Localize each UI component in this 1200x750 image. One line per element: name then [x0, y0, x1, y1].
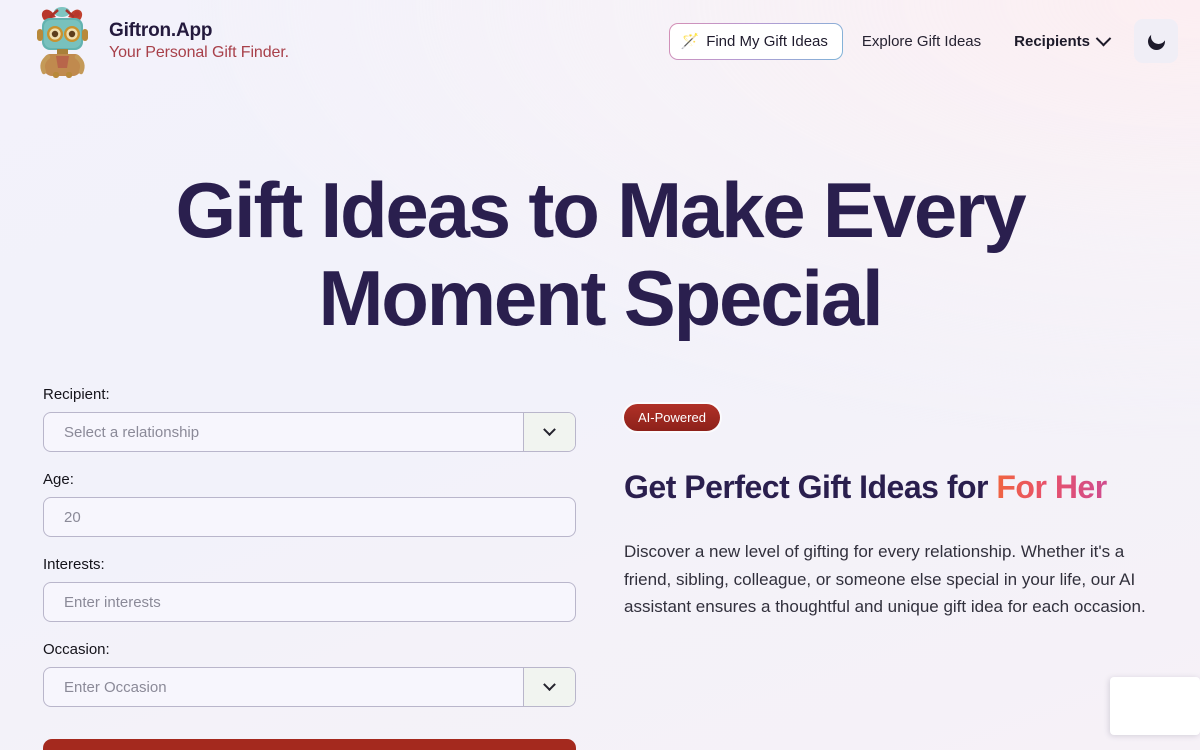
recipient-select-value[interactable]: Select a relationship: [44, 413, 523, 451]
interests-input-value[interactable]: Enter interests: [44, 583, 575, 621]
field-interests: Interests: Enter interests: [43, 556, 576, 623]
nav-dropdown-recipients[interactable]: Recipients: [1000, 23, 1123, 60]
info-panel: AI-Powered Get Perfect Gift Ideas for Fo…: [624, 386, 1170, 750]
generate-gift-ideas-button[interactable]: [43, 739, 576, 750]
occasion-select-value[interactable]: Enter Occasion: [44, 668, 523, 706]
info-title: Get Perfect Gift Ideas for For Her: [624, 461, 1170, 514]
recipient-label: Recipient:: [43, 386, 110, 404]
brand-text: Giftron.App Your Personal Gift Finder.: [109, 20, 289, 62]
age-label: Age:: [43, 471, 74, 489]
recipient-dropdown-button[interactable]: [523, 413, 575, 452]
gift-finder-form: Recipient: Select a relationship Age: 20…: [43, 386, 576, 750]
magic-wand-icon: 🪄: [680, 32, 700, 50]
occasion-select[interactable]: Enter Occasion: [43, 667, 576, 708]
find-my-gift-ideas-label: Find My Gift Ideas: [706, 32, 828, 50]
info-title-accent: For Her: [996, 469, 1107, 506]
robot-gift-mascot-icon: [30, 4, 96, 78]
brand-name: Giftron.App: [109, 19, 213, 41]
interests-input[interactable]: Enter interests: [43, 582, 576, 623]
interests-label: Interests:: [43, 556, 105, 574]
field-occasion: Occasion: Enter Occasion: [43, 641, 576, 708]
chevron-down-icon: [543, 678, 556, 691]
main-content: Recipient: Select a relationship Age: 20…: [0, 342, 1200, 750]
age-input[interactable]: 20: [43, 497, 576, 538]
dark-mode-toggle[interactable]: [1134, 19, 1178, 63]
nav-dropdown-recipients-label: Recipients: [1014, 32, 1090, 50]
chevron-down-icon: [1095, 30, 1112, 46]
field-age: Age: 20: [43, 471, 576, 538]
chevron-down-icon: [543, 423, 556, 436]
find-my-gift-ideas-button[interactable]: 🪄 Find My Gift Ideas: [669, 23, 843, 60]
hero-section: Gift Ideas to Make Every Moment Special: [0, 82, 1200, 342]
main-nav: 🪄 Find My Gift Ideas Explore Gift Ideas …: [669, 19, 1178, 63]
age-input-value[interactable]: 20: [44, 498, 575, 536]
floating-widget-card[interactable]: [1110, 677, 1200, 735]
nav-link-explore-gift-ideas[interactable]: Explore Gift Ideas: [846, 23, 997, 60]
brand[interactable]: Giftron.App Your Personal Gift Finder.: [30, 4, 289, 78]
field-recipient: Recipient: Select a relationship: [43, 386, 576, 453]
brand-tagline: Your Personal Gift Finder.: [109, 43, 290, 61]
moon-icon: [1147, 29, 1166, 50]
info-title-lead: Get Perfect Gift Ideas for: [624, 469, 997, 506]
info-description: Discover a new level of gifting for ever…: [624, 542, 1146, 617]
ai-powered-badge: AI-Powered: [624, 404, 720, 432]
site-header: Giftron.App Your Personal Gift Finder. 🪄…: [0, 0, 1200, 82]
occasion-label: Occasion:: [43, 641, 110, 659]
recipient-select[interactable]: Select a relationship: [43, 412, 576, 453]
page-title: Gift Ideas to Make Every Moment Special: [175, 166, 1027, 343]
occasion-dropdown-button[interactable]: [523, 668, 575, 707]
